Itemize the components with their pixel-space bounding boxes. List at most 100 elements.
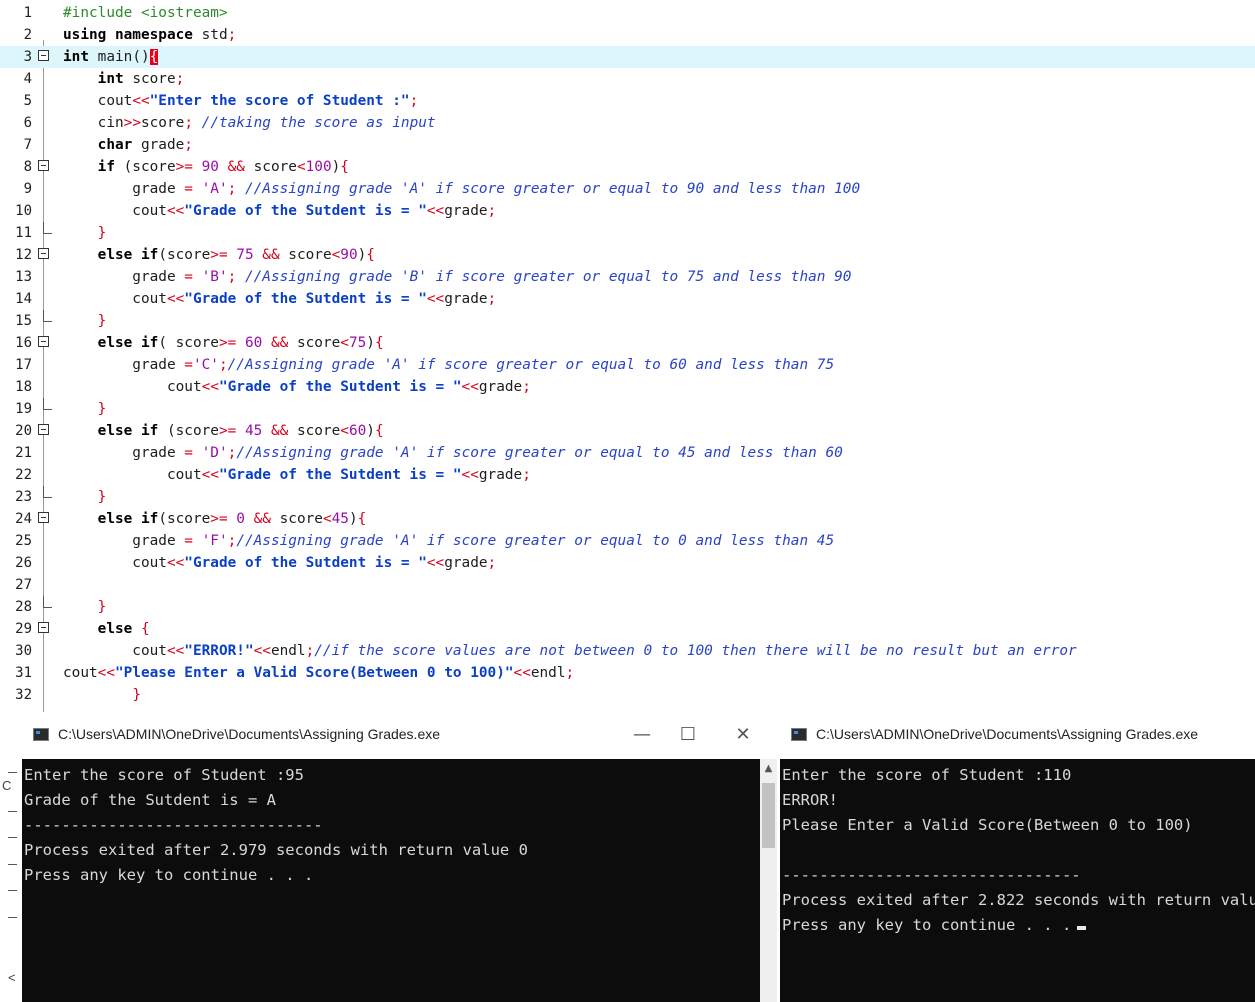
code-line[interactable]: 11 } — [0, 222, 1255, 244]
code-line[interactable]: 20 else if (score>= 45 && score<60){ — [0, 420, 1255, 442]
code-text: } — [132, 687, 141, 703]
line-number: 21 — [15, 445, 32, 461]
console-titlebar[interactable]: C:\Users\ADMIN\OneDrive\Documents\Assign… — [22, 712, 777, 759]
code-line[interactable]: 29 else { — [0, 618, 1255, 640]
code-text: cout<<"ERROR!"<<endl;//if the score valu… — [63, 643, 1077, 659]
line-number: 17 — [15, 357, 32, 373]
code-line[interactable]: 15 } — [0, 310, 1255, 332]
line-number: 1 — [23, 5, 32, 21]
code-text: int score; — [97, 71, 185, 87]
code-text: else if(score>= 75 && score<90){ — [97, 247, 375, 263]
stub-dash — [8, 772, 17, 773]
fold-toggle-icon[interactable] — [38, 622, 49, 633]
fold-toggle-icon[interactable] — [38, 336, 49, 347]
console-line: Enter the score of Student :110 — [782, 766, 1072, 784]
close-icon[interactable]: ✕ — [731, 724, 755, 745]
code-line[interactable]: 23 } — [0, 486, 1255, 508]
console-line: -------------------------------- — [24, 816, 323, 834]
code-line[interactable]: 14 cout<<"Grade of the Sutdent is = "<<g… — [0, 288, 1255, 310]
code-line[interactable]: 17 grade ='C';//Assigning grade 'A' if s… — [0, 354, 1255, 376]
code-line[interactable]: 10 cout<<"Grade of the Sutdent is = "<<g… — [0, 200, 1255, 222]
console-titlebar[interactable]: C:\Users\ADMIN\OneDrive\Documents\Assign… — [780, 712, 1255, 759]
code-line[interactable]: 24 else if(score>= 0 && score<45){ — [0, 508, 1255, 530]
code-line[interactable]: 21 grade = 'D';//Assigning grade 'A' if … — [0, 442, 1255, 464]
background-window-edge: C < — [0, 712, 22, 1002]
code-text: else { — [97, 621, 150, 637]
code-line[interactable]: 6 cin>>score; //taking the score as inpu… — [0, 112, 1255, 134]
line-number: 25 — [15, 533, 32, 549]
console-app-icon — [33, 728, 49, 741]
scrollbar-thumb[interactable] — [762, 783, 775, 848]
minimize-icon[interactable]: — — [630, 724, 654, 745]
code-line[interactable]: 12 else if(score>= 75 && score<90){ — [0, 244, 1255, 266]
fold-toggle-icon[interactable] — [38, 50, 49, 61]
code-text: cout<<"Grade of the Sutdent is = "<<grad… — [63, 379, 531, 395]
console-output: Enter the score of Student :110 ERROR! P… — [780, 759, 1255, 1002]
code-line[interactable]: 3 int main(){ — [0, 46, 1255, 68]
line-number: 22 — [15, 467, 32, 483]
line-number: 11 — [15, 225, 32, 241]
console-window-left[interactable]: C:\Users\ADMIN\OneDrive\Documents\Assign… — [22, 712, 777, 1002]
fold-toggle-icon[interactable] — [38, 248, 49, 259]
console-line: -------------------------------- — [782, 866, 1081, 884]
code-line[interactable]: 30 cout<<"ERROR!"<<endl;//if the score v… — [0, 640, 1255, 662]
code-line[interactable]: 8 if (score>= 90 && score<100){ — [0, 156, 1255, 178]
code-line[interactable]: 28 } — [0, 596, 1255, 618]
fold-toggle-icon[interactable] — [38, 160, 49, 171]
line-number: 4 — [23, 71, 32, 87]
console-scrollbar[interactable]: ▲ — [760, 759, 777, 1002]
code-line[interactable]: 13 grade = 'B'; //Assigning grade 'B' if… — [0, 266, 1255, 288]
console-title: C:\Users\ADMIN\OneDrive\Documents\Assign… — [58, 726, 441, 742]
console-line: Process exited after 2.822 seconds with … — [782, 891, 1255, 909]
scroll-left-arrow-icon[interactable]: < — [8, 970, 16, 985]
code-text: using namespace std; — [63, 27, 237, 43]
scroll-up-icon[interactable]: ▲ — [760, 763, 777, 774]
fold-toggle-icon[interactable] — [38, 512, 49, 523]
line-number: 8 — [23, 159, 32, 175]
code-line[interactable]: 26 cout<<"Grade of the Sutdent is = "<<g… — [0, 552, 1255, 574]
console-line: Grade of the Sutdent is = A — [24, 791, 276, 809]
console-line: Press any key to continue . . . — [24, 866, 314, 884]
line-number: 27 — [15, 577, 32, 593]
line-number: 3 — [23, 49, 32, 65]
code-line[interactable]: 32 } — [0, 684, 1255, 706]
stub-dash — [8, 811, 17, 812]
code-line[interactable]: 7 char grade; — [0, 134, 1255, 156]
console-app-icon — [791, 728, 807, 741]
line-number: 28 — [15, 599, 32, 615]
code-editor[interactable]: 1 #include <iostream> 2 using namespace std… — [0, 0, 1255, 712]
stub-dash — [8, 890, 17, 891]
code-line[interactable]: 27 — [0, 574, 1255, 596]
fold-toggle-icon[interactable] — [38, 424, 49, 435]
stub-dash — [8, 864, 17, 865]
code-text: else if( score>= 60 && score<75){ — [97, 335, 384, 351]
code-line[interactable]: 18 cout<<"Grade of the Sutdent is = "<<g… — [0, 376, 1255, 398]
fold-end-marker — [43, 222, 52, 234]
code-line[interactable]: 31 cout<<"Please Enter a Valid Score(Betw… — [0, 662, 1255, 684]
code-line[interactable]: 22 cout<<"Grade of the Sutdent is = "<<g… — [0, 464, 1255, 486]
code-line[interactable]: 1 #include <iostream> — [0, 2, 1255, 24]
code-text: if (score>= 90 && score<100){ — [97, 159, 349, 175]
code-line[interactable]: 16 else if( score>= 60 && score<75){ — [0, 332, 1255, 354]
code-text: else if(score>= 0 && score<45){ — [97, 511, 367, 527]
code-line[interactable]: 4 int score; — [0, 68, 1255, 90]
console-output: Enter the score of Student :95 Grade of … — [22, 759, 777, 1002]
console-line: ERROR! — [782, 791, 838, 809]
code-text: grade = 'B'; //Assigning grade 'B' if sc… — [63, 269, 852, 285]
code-text: else if (score>= 45 && score<60){ — [97, 423, 384, 439]
code-text: grade = 'A'; //Assigning grade 'A' if sc… — [63, 181, 861, 197]
code-line[interactable]: 25 grade = 'F';//Assigning grade 'A' if … — [0, 530, 1255, 552]
code-line[interactable]: 5 cout<<"Enter the score of Student :"; — [0, 90, 1255, 112]
code-text: cout<<"Grade of the Sutdent is = "<<grad… — [63, 203, 497, 219]
code-line[interactable]: 9 grade = 'A'; //Assigning grade 'A' if … — [0, 178, 1255, 200]
line-number: 6 — [23, 115, 32, 131]
code-line[interactable]: 19 } — [0, 398, 1255, 420]
maximize-icon[interactable]: ☐ — [676, 724, 700, 745]
line-number: 32 — [15, 687, 32, 703]
console-line: Process exited after 2.979 seconds with … — [24, 841, 528, 859]
line-number: 23 — [15, 489, 32, 505]
code-line[interactable]: 2 using namespace std; — [0, 24, 1255, 46]
line-number: 5 — [23, 93, 32, 109]
console-window-right[interactable]: C:\Users\ADMIN\OneDrive\Documents\Assign… — [780, 712, 1255, 1002]
console-prompt-line: Press any key to continue . . . — [782, 913, 1087, 938]
